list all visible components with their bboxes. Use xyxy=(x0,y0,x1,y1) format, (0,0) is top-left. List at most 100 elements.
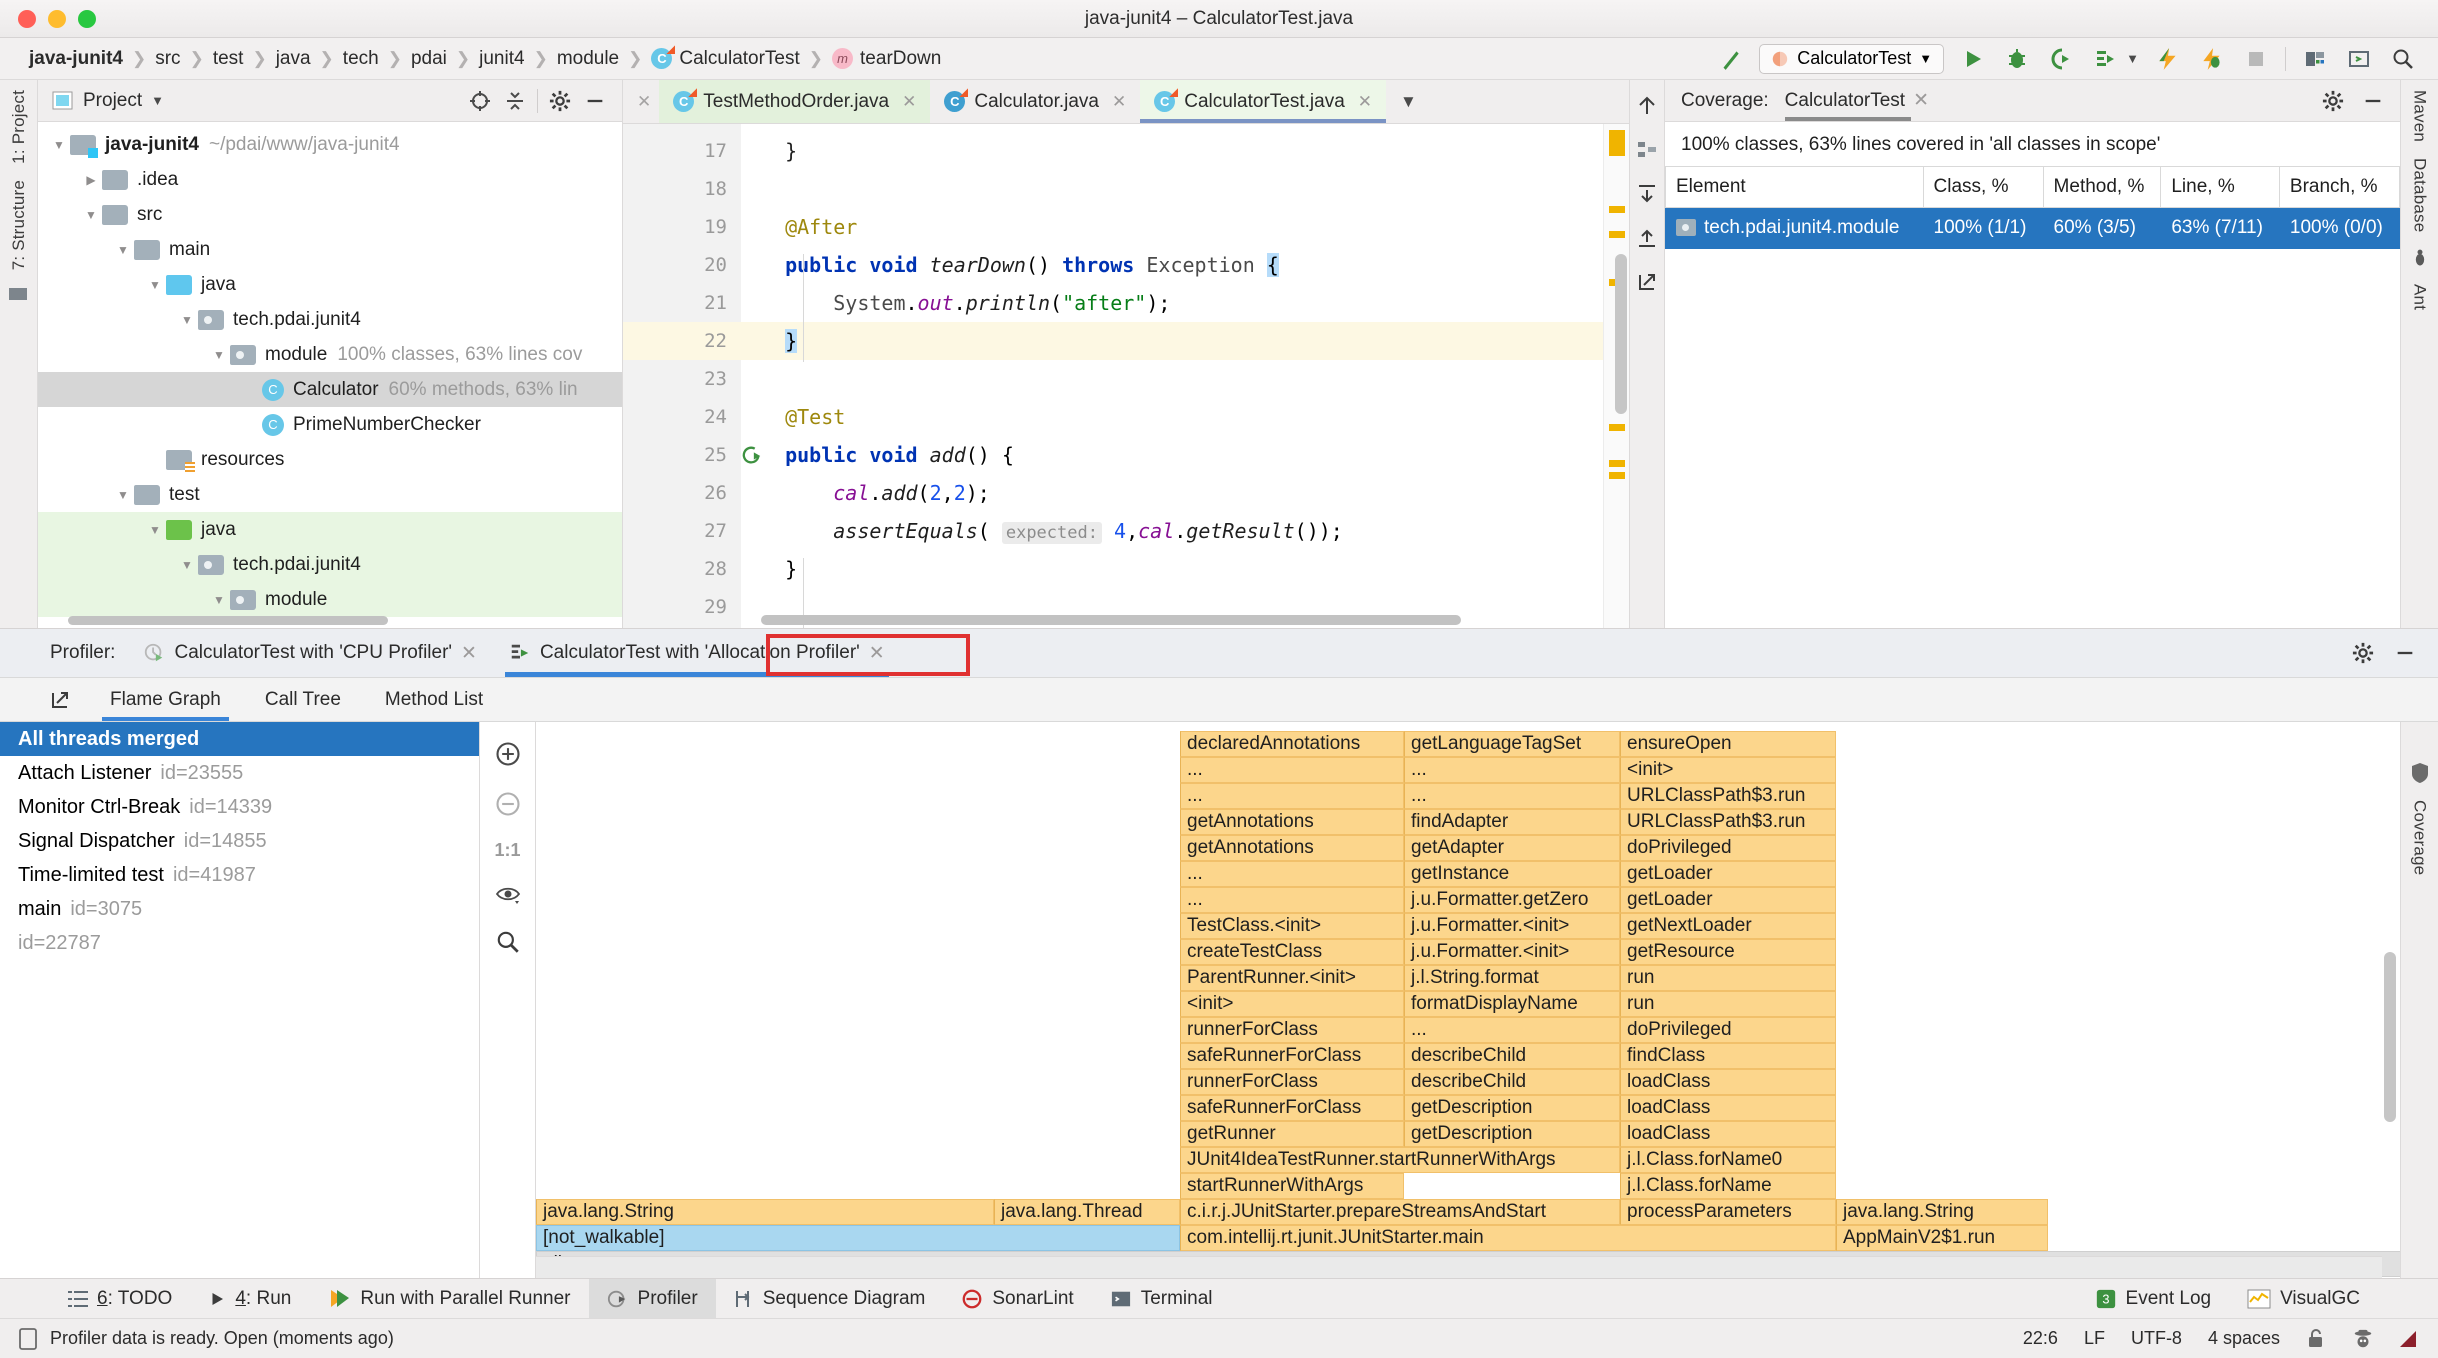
profile-icon[interactable] xyxy=(2090,44,2120,74)
hector-icon[interactable] xyxy=(2352,1328,2374,1350)
run-with-coverage-icon[interactable] xyxy=(2046,44,2076,74)
flame-frame[interactable]: getDescription xyxy=(1404,1095,1620,1121)
hide-panel-icon[interactable] xyxy=(2362,90,2384,112)
flame-frame[interactable]: findClass xyxy=(1620,1043,1836,1069)
flame-frame[interactable]: loadClass xyxy=(1620,1095,1836,1121)
list-item[interactable]: id=22787 xyxy=(0,926,479,960)
flame-frame[interactable]: getAnnotations xyxy=(1180,835,1404,861)
breadcrumb-item-class[interactable]: C CalculatorTest xyxy=(644,48,806,70)
flame-frame[interactable]: doPrivileged xyxy=(1620,835,1836,861)
flame-frame[interactable]: doPrivileged xyxy=(1620,1017,1836,1043)
flame-frame[interactable]: safeRunnerForClass xyxy=(1180,1095,1404,1121)
flame-frame[interactable]: getInstance xyxy=(1404,861,1620,887)
flame-frame[interactable]: java.lang.String xyxy=(1836,1199,2048,1225)
chevron-down-icon[interactable] xyxy=(176,313,198,327)
flame-frame[interactable]: runnerForClass xyxy=(1180,1069,1404,1095)
flame-frame[interactable]: getResource xyxy=(1620,939,1836,965)
tree-row-resources[interactable]: resources xyxy=(38,442,622,477)
flame-graph[interactable]: declaredAnnotations ... ... getAnnotatio… xyxy=(536,722,2400,1278)
chevron-down-icon[interactable] xyxy=(144,278,166,292)
export-icon[interactable] xyxy=(1635,270,1659,294)
breadcrumb-item-junit4[interactable]: junit4 xyxy=(472,48,531,70)
flame-frame[interactable]: processParameters xyxy=(1620,1199,1836,1225)
flame-frame[interactable]: ... xyxy=(1404,757,1620,783)
flame-frame[interactable]: ... xyxy=(1180,783,1404,809)
sidebar-item-maven[interactable]: Maven xyxy=(2410,90,2430,142)
list-item[interactable]: All threads merged xyxy=(0,722,479,756)
flame-frame[interactable]: declaredAnnotations xyxy=(1180,731,1404,757)
close-icon[interactable]: ✕ xyxy=(869,642,885,665)
sidebar-item-ant[interactable]: Ant xyxy=(2410,284,2430,310)
tool-window-terminal[interactable]: Terminal xyxy=(1092,1279,1231,1318)
flame-frame[interactable]: ... xyxy=(1404,1017,1620,1043)
tab-calculator[interactable]: C Calculator.java ✕ xyxy=(930,80,1140,123)
column-line-pct[interactable]: Line, % xyxy=(2160,166,2280,208)
allocation-profiler-icon[interactable] xyxy=(2197,44,2227,74)
tool-window-sequence-diagram[interactable]: Sequence Diagram xyxy=(716,1279,944,1318)
sidebar-item-database[interactable]: Database xyxy=(2410,158,2430,232)
tree-row-idea[interactable]: .idea xyxy=(38,162,622,197)
tree-row-src[interactable]: src xyxy=(38,197,622,232)
flame-frame[interactable]: run xyxy=(1620,991,1836,1017)
chevron-down-icon[interactable] xyxy=(208,348,230,362)
flame-frame[interactable]: loadClass xyxy=(1620,1121,1836,1147)
chevron-down-icon[interactable] xyxy=(112,243,134,257)
flame-frame[interactable]: getDescription xyxy=(1404,1121,1620,1147)
chevron-down-icon[interactable] xyxy=(80,208,102,222)
flame-frame[interactable]: java.lang.Thread xyxy=(994,1199,1180,1225)
project-tree[interactable]: java-junit4 ~/pdai/www/java-junit4 .idea… xyxy=(38,122,622,628)
run-configuration-selector[interactable]: CalculatorTest ▼ xyxy=(1759,43,1945,74)
tree-row-test[interactable]: test xyxy=(38,477,622,512)
flatten-packages-icon[interactable] xyxy=(1635,138,1659,162)
close-icon[interactable]: ✕ xyxy=(1358,92,1372,112)
tree-row-test-module[interactable]: module xyxy=(38,582,622,617)
list-item[interactable]: Signal Dispatcher id=14855 xyxy=(0,824,479,858)
chevron-right-icon[interactable] xyxy=(80,173,102,187)
indent-setting[interactable]: 4 spaces xyxy=(2208,1328,2280,1349)
project-horizontal-scrollbar[interactable] xyxy=(68,616,388,625)
tree-row-java-junit4[interactable]: java-junit4 ~/pdai/www/java-junit4 xyxy=(38,127,622,162)
flame-frame[interactable]: com.intellij.rt.junit.JUnitStarter.main xyxy=(1180,1225,1836,1251)
collapse-all-icon[interactable] xyxy=(1635,226,1659,250)
flame-frame[interactable]: getAdapter xyxy=(1404,835,1620,861)
list-item[interactable]: main id=3075 xyxy=(0,892,479,926)
flame-frame[interactable]: ... xyxy=(1180,757,1404,783)
tab-call-tree[interactable]: Call Tree xyxy=(243,678,363,721)
line-separator[interactable]: LF xyxy=(2084,1328,2105,1349)
hide-panel-icon[interactable] xyxy=(582,88,608,114)
column-element[interactable]: Element xyxy=(1665,166,1924,208)
flame-frame[interactable]: findAdapter xyxy=(1404,809,1620,835)
editor-vertical-scrollbar[interactable] xyxy=(1615,254,1627,414)
collapse-all-icon[interactable] xyxy=(502,88,528,114)
flame-frame-not-walkable[interactable]: [not_walkable] xyxy=(536,1225,1180,1251)
flame-frame[interactable]: formatDisplayName xyxy=(1404,991,1620,1017)
tab-allocation-profiler[interactable]: CalculatorTest with 'Allocation Profiler… xyxy=(504,629,889,677)
flame-frame[interactable]: createTestClass xyxy=(1180,939,1404,965)
flame-frame[interactable]: j.l.Class.forName xyxy=(1620,1173,1836,1199)
sidebar-item-structure[interactable]: 7: Structure xyxy=(9,180,29,270)
file-encoding[interactable]: UTF-8 xyxy=(2131,1328,2182,1349)
chevron-down-icon[interactable] xyxy=(48,138,70,152)
column-class-pct[interactable]: Class, % xyxy=(1922,166,2044,208)
chevron-down-icon[interactable]: ▼ xyxy=(2126,51,2139,66)
list-item[interactable]: Monitor Ctrl-Break id=14339 xyxy=(0,790,479,824)
gear-icon[interactable] xyxy=(547,88,573,114)
open-in-new-window-icon[interactable] xyxy=(40,678,88,721)
flame-frame[interactable]: startRunnerWithArgs xyxy=(1180,1173,1404,1199)
tree-row-main-module[interactable]: module 100% classes, 63% lines cov xyxy=(38,337,622,372)
flame-frame[interactable]: j.u.Formatter.<init> xyxy=(1404,913,1620,939)
breadcrumb-item-project[interactable]: java-junit4 xyxy=(22,48,130,70)
flame-frame[interactable]: loadClass xyxy=(1620,1069,1836,1095)
chevron-down-icon[interactable] xyxy=(176,558,198,572)
visibility-icon[interactable] xyxy=(494,883,522,907)
search-icon[interactable] xyxy=(2388,44,2418,74)
status-memory-icon[interactable] xyxy=(18,1327,38,1350)
breadcrumb-item-method[interactable]: m tearDown xyxy=(825,48,948,70)
tool-window-visualgc[interactable]: VisualGC xyxy=(2229,1288,2378,1310)
breadcrumb-item-pdai[interactable]: pdai xyxy=(404,48,454,70)
table-row[interactable]: tech.pdai.junit4.module 100% (1/1) 60% (… xyxy=(1665,207,2401,249)
flame-frame[interactable]: ... xyxy=(1404,783,1620,809)
hide-panel-icon[interactable] xyxy=(2394,642,2416,664)
flame-vertical-scrollbar[interactable] xyxy=(2384,952,2396,1122)
flame-frame[interactable]: c.i.r.j.JUnitStarter.prepareStreamsAndSt… xyxy=(1180,1199,1620,1225)
